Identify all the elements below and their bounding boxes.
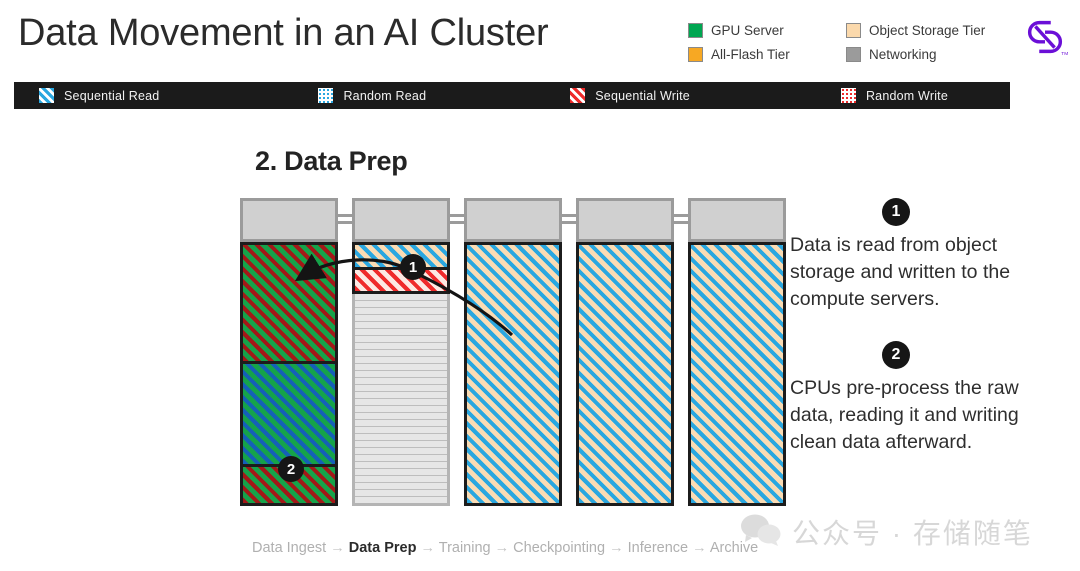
breadcrumb-separator: →	[330, 540, 345, 556]
breadcrumb-item-data-ingest[interactable]: Data Ingest	[252, 540, 326, 556]
legend-label: GPU Server	[711, 22, 784, 38]
rack-body	[464, 242, 562, 506]
rack-body	[576, 242, 674, 506]
slide-header: Data Movement in an AI Cluster GPU Serve…	[0, 0, 1080, 80]
breadcrumb-separator: →	[692, 540, 707, 556]
networking-switch-icon	[576, 198, 674, 242]
segment-green-sequential-read	[243, 361, 335, 465]
breadcrumb-separator: →	[420, 540, 435, 556]
breadcrumb-item-archive[interactable]: Archive	[710, 540, 758, 556]
pattern-label: Sequential Write	[595, 88, 690, 103]
pattern-label: Sequential Read	[64, 88, 160, 103]
network-link-icon	[674, 212, 688, 228]
page-title: Data Movement in an AI Cluster	[18, 12, 549, 54]
breadcrumb-item-training[interactable]: Training	[439, 540, 491, 556]
diagonal-stripes-red-icon	[569, 87, 587, 104]
pattern-label: Random Read	[343, 88, 427, 103]
step-2-badge-wrap: 2	[790, 341, 1050, 375]
rack-body	[352, 242, 450, 506]
diagonal-stripes-blue-icon	[38, 87, 55, 104]
slide-root: Data Movement in an AI Cluster GPU Serve…	[0, 0, 1080, 571]
rack-object-storage-1	[464, 198, 562, 506]
section-title: 2. Data Prep	[255, 146, 408, 176]
segment-green-sequential-write	[243, 245, 335, 362]
dots-blue-icon	[317, 87, 335, 104]
breadcrumb-item-inference[interactable]: Inference	[628, 540, 688, 556]
rack-body	[688, 242, 786, 506]
rack-object-storage-2	[576, 198, 674, 506]
legend-item-networking: Networking	[846, 46, 1018, 62]
breadcrumb-separator: →	[494, 540, 510, 556]
color-swatch-icon	[688, 22, 703, 38]
color-swatch-icon	[846, 22, 861, 38]
pattern-legend-bar: Sequential Read Random Read Sequential W…	[14, 82, 1010, 109]
diagram-badge-1: 1	[400, 254, 426, 280]
color-swatch-icon	[688, 46, 703, 62]
dots-red-icon	[839, 87, 857, 104]
legend-item-all-flash-tier: All-Flash Tier	[688, 46, 846, 62]
rack-all-flash-tier	[352, 198, 450, 506]
color-swatch-icon	[846, 46, 861, 62]
network-link-icon	[338, 212, 352, 228]
diagram-badge-2: 2	[278, 456, 304, 482]
pattern-item-random-write: Random Write	[839, 87, 948, 104]
step-badge-2: 2	[882, 341, 910, 369]
step-descriptions: 1 Data is read from object storage and w…	[790, 198, 1050, 456]
segment-peach-sequential-read	[691, 245, 783, 503]
legend-label: Object Storage Tier	[869, 22, 986, 38]
legend-label: All-Flash Tier	[711, 46, 790, 62]
networking-switch-icon	[464, 198, 562, 242]
step-2-text: CPUs pre-process the raw data, reading i…	[790, 377, 1019, 453]
pattern-item-random-read: Random Read	[317, 87, 426, 104]
breadcrumb-item-data-prep[interactable]: Data Prep	[349, 540, 417, 556]
networking-switch-icon	[688, 198, 786, 242]
segment-peach-sequential-read	[467, 245, 559, 503]
networking-switch-icon	[352, 198, 450, 242]
watermark-text: 公众号 · 存储随笔	[792, 518, 1033, 549]
legend-label: Networking	[869, 46, 937, 62]
networking-switch-icon	[240, 198, 338, 242]
legend-item-object-storage-tier: Object Storage Tier	[846, 22, 1018, 38]
interlocking-s-logo-icon: TM	[1022, 14, 1068, 60]
cluster-diagram: 1 2	[240, 198, 786, 506]
breadcrumb-separator: →	[609, 540, 624, 556]
pattern-label: Random Write	[865, 88, 948, 103]
step-1-badge-wrap: 1	[790, 198, 1050, 232]
breadcrumb-item-checkpointing[interactable]: Checkpointing	[513, 540, 605, 556]
color-legend: GPU Server Object Storage Tier All-Flash…	[688, 18, 1018, 66]
wechat-watermark: 公众号 · 存储随笔	[740, 512, 1033, 552]
legend-item-gpu-server: GPU Server	[688, 22, 846, 38]
segment-peach-sequential-read	[579, 245, 671, 503]
pattern-item-sequential-read: Sequential Read	[38, 87, 159, 104]
network-link-icon	[450, 212, 464, 228]
step-1-text: Data is read from object storage and wri…	[790, 234, 1011, 310]
step-badge-1: 1	[882, 198, 910, 226]
pattern-item-sequential-write: Sequential Write	[569, 87, 690, 104]
network-link-icon	[562, 212, 576, 228]
pipeline-breadcrumb: Data Ingest → Data Prep → Training → Che…	[252, 540, 758, 556]
svg-text:TM: TM	[1061, 51, 1068, 57]
rack-object-storage-3	[688, 198, 786, 506]
